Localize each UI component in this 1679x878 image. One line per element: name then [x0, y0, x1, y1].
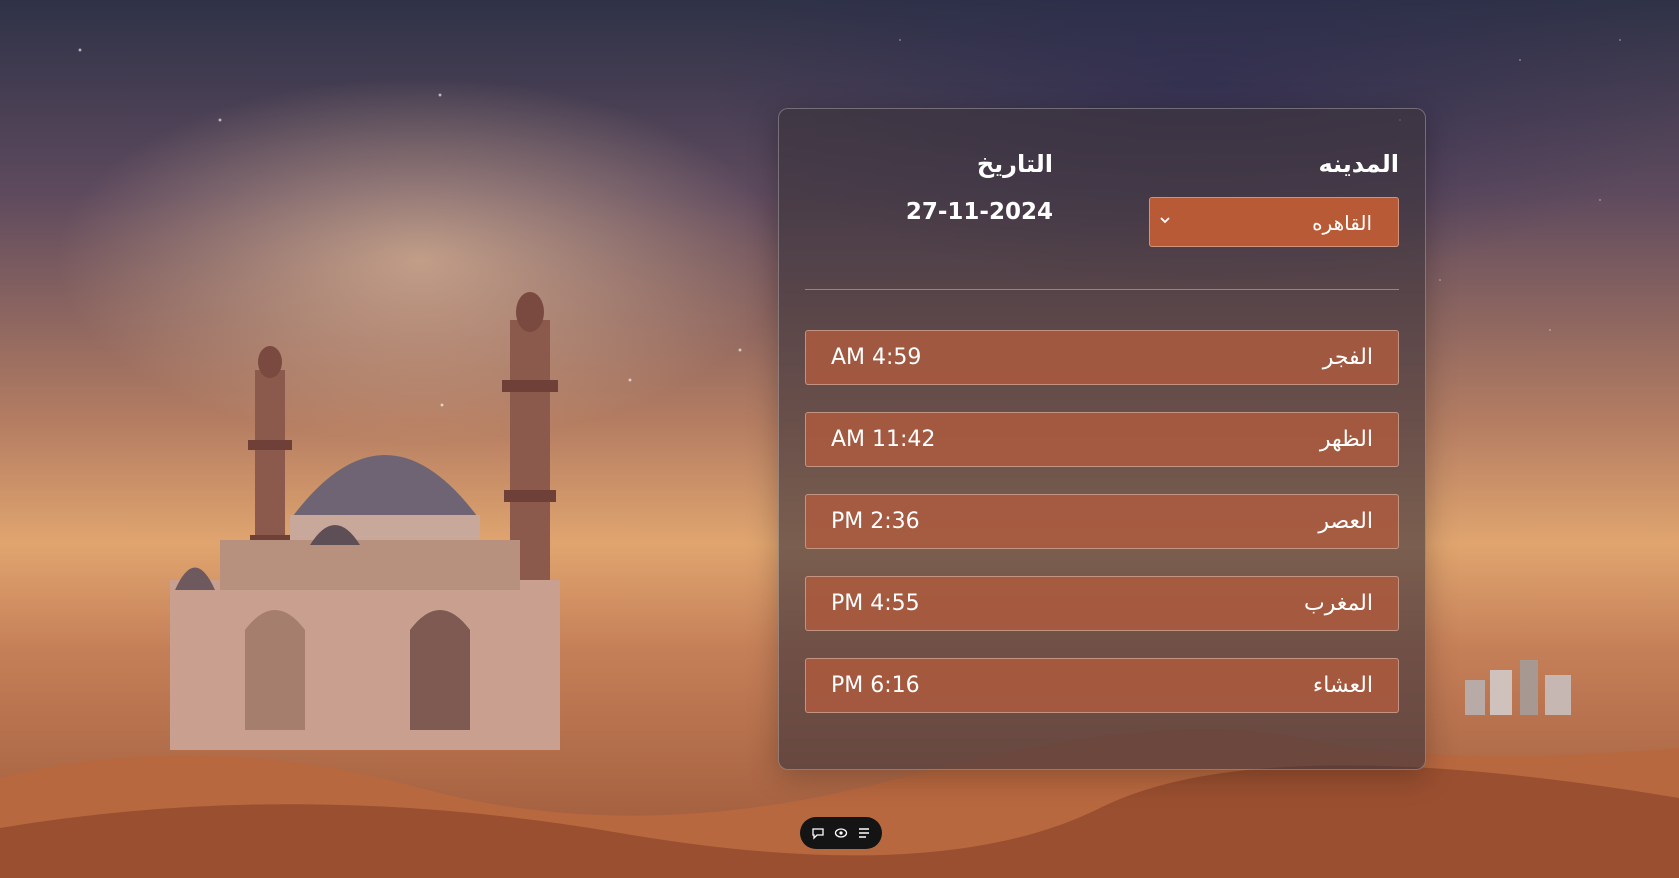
prayer-name: الفجر [1322, 345, 1373, 370]
list-icon-glyph [859, 828, 870, 838]
prayer-time: AM 11:42 [831, 427, 936, 452]
list-icon[interactable] [855, 824, 873, 842]
floating-toolbar [800, 817, 882, 849]
prayer-time: PM 4:55 [831, 591, 920, 616]
city-select[interactable]: القاهره [1149, 197, 1399, 247]
prayer-name: الظهر [1319, 427, 1373, 452]
card-header: المدينه القاهره التاريخ 27-11-2024 [805, 149, 1399, 259]
city-skyline [1465, 660, 1571, 715]
header-divider [805, 289, 1399, 290]
mosque-illustration [170, 292, 560, 750]
date-value: 27-11-2024 [905, 199, 1053, 225]
city-select-value: القاهره [1312, 211, 1372, 235]
comment-icon[interactable] [809, 824, 827, 842]
date-section: التاريخ 27-11-2024 [803, 149, 1053, 227]
prayer-row-asr: العصر PM 2:36 [805, 494, 1399, 549]
chevron-down-icon [1160, 217, 1170, 224]
prayer-row-maghrib: المغرب PM 4:55 [805, 576, 1399, 631]
prayer-time: PM 2:36 [831, 509, 920, 534]
prayer-list: الفجر AM 4:59 الظهر AM 11:42 العصر PM 2:… [805, 330, 1399, 740]
prayer-times-card: المدينه القاهره التاريخ 27-11-2024 الفجر… [778, 108, 1426, 770]
city-label: المدينه [1318, 150, 1399, 178]
city-section: المدينه القاهره [1149, 149, 1399, 247]
prayer-name: المغرب [1304, 591, 1373, 616]
eye-icon-glyph [834, 828, 848, 838]
prayer-name: العصر [1318, 509, 1373, 534]
eye-icon[interactable] [832, 824, 850, 842]
prayer-name: العشاء [1312, 673, 1373, 698]
prayer-row-isha: العشاء PM 6:16 [805, 658, 1399, 713]
background-scene: المدينه القاهره التاريخ 27-11-2024 الفجر… [0, 0, 1679, 878]
prayer-time: PM 6:16 [831, 673, 920, 698]
prayer-row-dhuhr: الظهر AM 11:42 [805, 412, 1399, 467]
prayer-time: AM 4:59 [831, 345, 922, 370]
date-label: التاريخ [976, 150, 1053, 178]
comment-icon-glyph [812, 828, 824, 840]
prayer-row-fajr: الفجر AM 4:59 [805, 330, 1399, 385]
